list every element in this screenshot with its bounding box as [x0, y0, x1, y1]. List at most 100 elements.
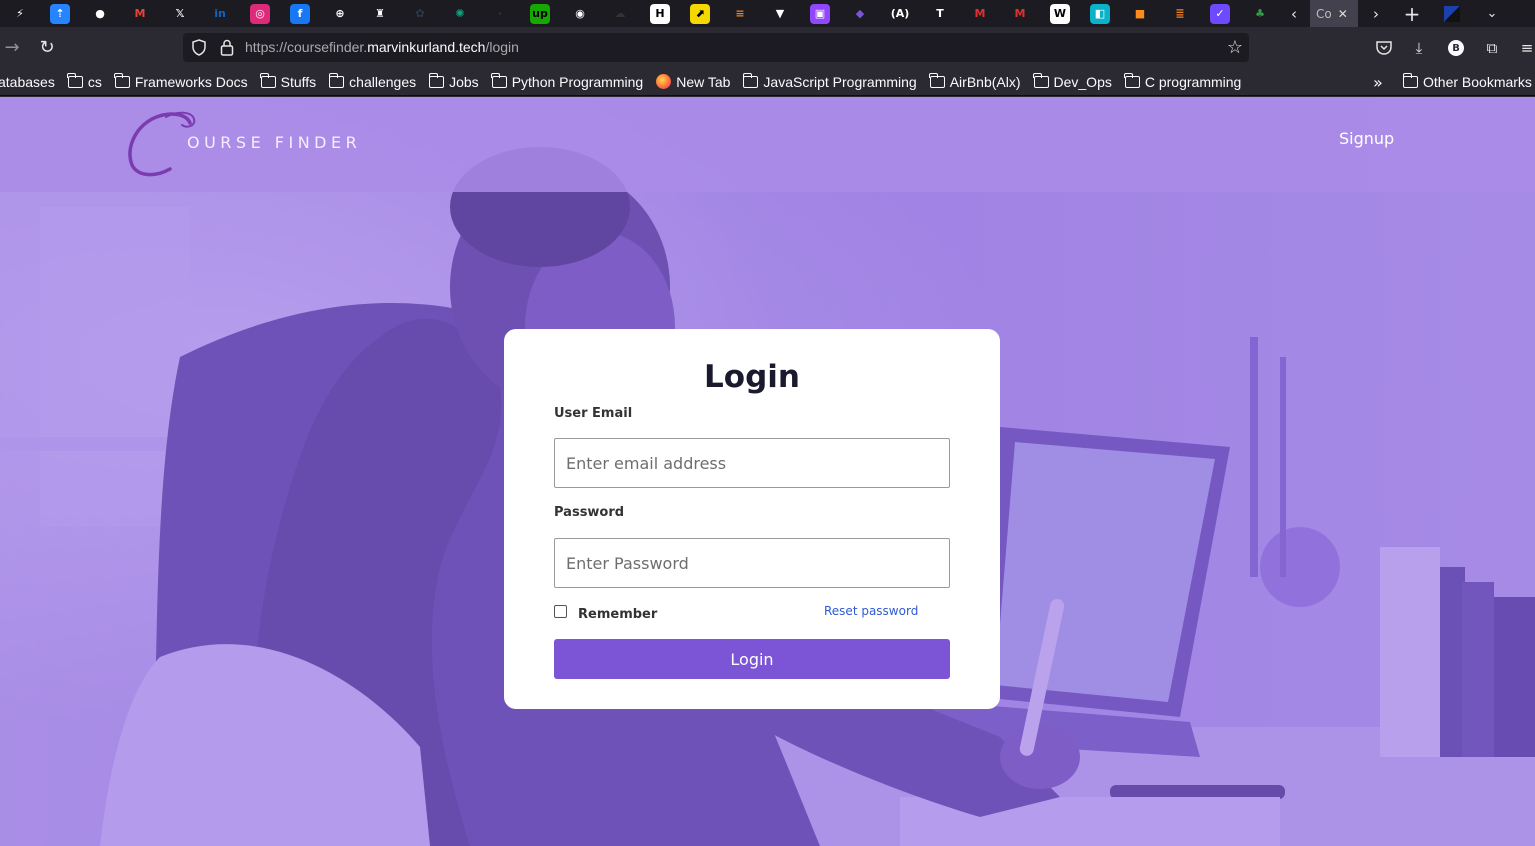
profile-avatar[interactable]: B	[1448, 40, 1464, 56]
shield-icon[interactable]	[191, 39, 207, 56]
app-icon[interactable]	[1440, 0, 1464, 27]
firefox-icon	[656, 74, 672, 89]
remember-checkbox[interactable]	[554, 605, 567, 618]
reload-icon[interactable]: ↻	[35, 35, 59, 59]
folder-icon	[1033, 72, 1049, 88]
teams-icon[interactable]: ◆	[850, 3, 870, 24]
gmail-icon[interactable]: M	[130, 3, 150, 24]
doc-icon[interactable]: ◧	[1090, 3, 1110, 24]
arrow-icon[interactable]: ⬈	[690, 3, 710, 24]
bookmark-label: Jobs	[449, 73, 479, 90]
medium-alt-icon[interactable]: M	[1010, 3, 1030, 24]
download-icon[interactable]: ⤓	[1408, 37, 1430, 59]
lock-icon[interactable]	[220, 39, 234, 56]
login-button[interactable]: Login	[554, 639, 950, 679]
bookmark-item[interactable]: challenges	[328, 72, 417, 90]
email-label: User Email	[554, 406, 633, 421]
folder-icon	[67, 72, 83, 88]
upwork-icon[interactable]: up	[530, 3, 550, 24]
box-icon[interactable]: ■	[1130, 3, 1150, 24]
proton-icon[interactable]: ✓	[1210, 3, 1230, 24]
cloud-icon[interactable]: ☁	[610, 3, 630, 24]
folder-icon	[491, 72, 507, 88]
github-icon[interactable]: ◉	[570, 3, 590, 24]
folder-icon	[1402, 73, 1418, 88]
bookmark-item[interactable]: atabases	[0, 74, 55, 90]
bookmark-item[interactable]: Frameworks Docs	[114, 72, 248, 90]
url-bar[interactable]: https://coursefinder.marvinkurland.tech/…	[183, 33, 1249, 62]
logo-text: OURSE FINDER	[187, 133, 362, 152]
pocket-icon[interactable]	[1373, 37, 1395, 59]
folder-icon	[114, 72, 130, 88]
reset-password-link[interactable]: Reset password	[824, 604, 918, 618]
blank-icon[interactable]: ·	[490, 3, 510, 24]
new-tab-icon[interactable]: +	[1400, 0, 1424, 27]
forward-icon[interactable]: →	[0, 35, 24, 59]
tab-active-label: Co	[1316, 6, 1332, 21]
globe-icon[interactable]: ⊕	[330, 3, 350, 24]
bookmark-label: challenges	[349, 73, 417, 90]
twitch-icon[interactable]: ▣	[810, 3, 830, 24]
chatgpt-icon[interactable]: ✺	[450, 3, 470, 24]
settings-icon[interactable]: ✿	[410, 3, 430, 24]
site-header: C OURSE FINDER Signup	[0, 97, 1535, 192]
jira-icon[interactable]: ⇡	[50, 3, 70, 24]
puzzle-icon[interactable]: ♜	[370, 3, 390, 24]
bookmark-item[interactable]: cs	[67, 72, 102, 90]
bookmark-label: Stuffs	[280, 73, 317, 90]
reddit-icon[interactable]: ●	[90, 3, 110, 24]
tab-list-chevron-down-icon[interactable]: ⌄	[1480, 0, 1504, 27]
x-icon[interactable]: 𝕏	[170, 3, 190, 24]
email-field[interactable]	[554, 438, 950, 488]
folder-icon	[328, 72, 345, 88]
menu-icon[interactable]: ≡	[1516, 37, 1535, 59]
wiki-icon[interactable]: W	[1050, 3, 1070, 24]
url-path: /login	[485, 39, 519, 55]
bookmark-star-icon[interactable]: ☆	[1227, 37, 1243, 58]
tab-active[interactable]: Co ✕	[1310, 0, 1358, 27]
tab-scroll-left-icon[interactable]: ‹	[1282, 0, 1306, 27]
bookmark-list: atabases cs Frameworks Docs Stuffs challenge…	[0, 72, 1254, 90]
close-tab-icon[interactable]: ✕	[1338, 7, 1348, 21]
folder-icon	[742, 72, 759, 88]
tree-icon[interactable]: ♣	[1250, 3, 1270, 24]
stackoverflow-icon[interactable]: ≣	[1170, 3, 1190, 24]
bookmark-label: atabases	[0, 73, 55, 90]
bookmark-label: Python Programming	[511, 73, 644, 90]
bookmark-item[interactable]: Dev_Ops	[1033, 72, 1112, 90]
instagram-icon[interactable]: ◎	[250, 3, 270, 24]
linkedin-icon[interactable]: in	[210, 3, 230, 24]
signup-link[interactable]: Signup	[1339, 129, 1394, 148]
bookmark-label: Frameworks Docs	[134, 73, 248, 90]
bookmarks-overflow-chevron-icon[interactable]: »	[1373, 68, 1383, 96]
mic-icon[interactable]: ▼	[770, 3, 790, 24]
bookmark-item[interactable]: Stuffs	[260, 72, 317, 90]
bookmark-item[interactable]: AirBnb(Alx)	[929, 72, 1021, 90]
remember-label[interactable]: Remember	[578, 607, 657, 622]
bookmarks-toolbar: atabases cs Frameworks Docs Stuffs challenge…	[0, 68, 1535, 96]
login-card: Login User Email Password Remember Reset…	[504, 329, 1000, 709]
bookmark-item[interactable]: JavaScript Programming	[742, 72, 917, 90]
folder-icon	[929, 72, 945, 88]
medium-icon[interactable]: M	[970, 3, 990, 24]
stack-icon[interactable]: ≡	[730, 3, 750, 24]
bookmark-item[interactable]: Jobs	[428, 72, 479, 90]
hackernoon-icon[interactable]: H	[650, 3, 670, 24]
login-title: Login	[704, 359, 800, 395]
pinned-tabs: ⚡ ⇡ ● M 𝕏in ◎ f ⊕ ♜ ✿ ✺ · up ◉ ☁ H ⬈ ≡ ▼ ▣ ◆ (A) T M M W ◧ ■ ≣ ✓ ♣	[0, 3, 1280, 24]
bookmark-item[interactable]: C programming	[1124, 72, 1241, 90]
zed-icon[interactable]: ⚡	[10, 3, 30, 24]
bookmark-item[interactable]: New Tab	[656, 74, 730, 90]
tab-scroll-right-icon[interactable]: ›	[1364, 0, 1388, 27]
extensions-icon[interactable]: ⧉	[1481, 37, 1503, 59]
password-field[interactable]	[554, 538, 950, 588]
url-text[interactable]: https://coursefinder.marvinkurland.tech/…	[245, 39, 519, 55]
bookmark-item[interactable]: Python Programming	[491, 72, 644, 90]
bookmark-label: Dev_Ops	[1053, 73, 1112, 90]
tool-icon[interactable]: T	[930, 3, 950, 24]
folder-icon	[428, 72, 445, 88]
facebook-icon[interactable]: f	[290, 3, 310, 24]
page-viewport: C OURSE FINDER Signup Login User Email P…	[0, 97, 1535, 846]
alx-icon[interactable]: (A)	[890, 3, 910, 24]
bookmark-other-bookmarks[interactable]: Other Bookmarks	[1402, 68, 1532, 96]
